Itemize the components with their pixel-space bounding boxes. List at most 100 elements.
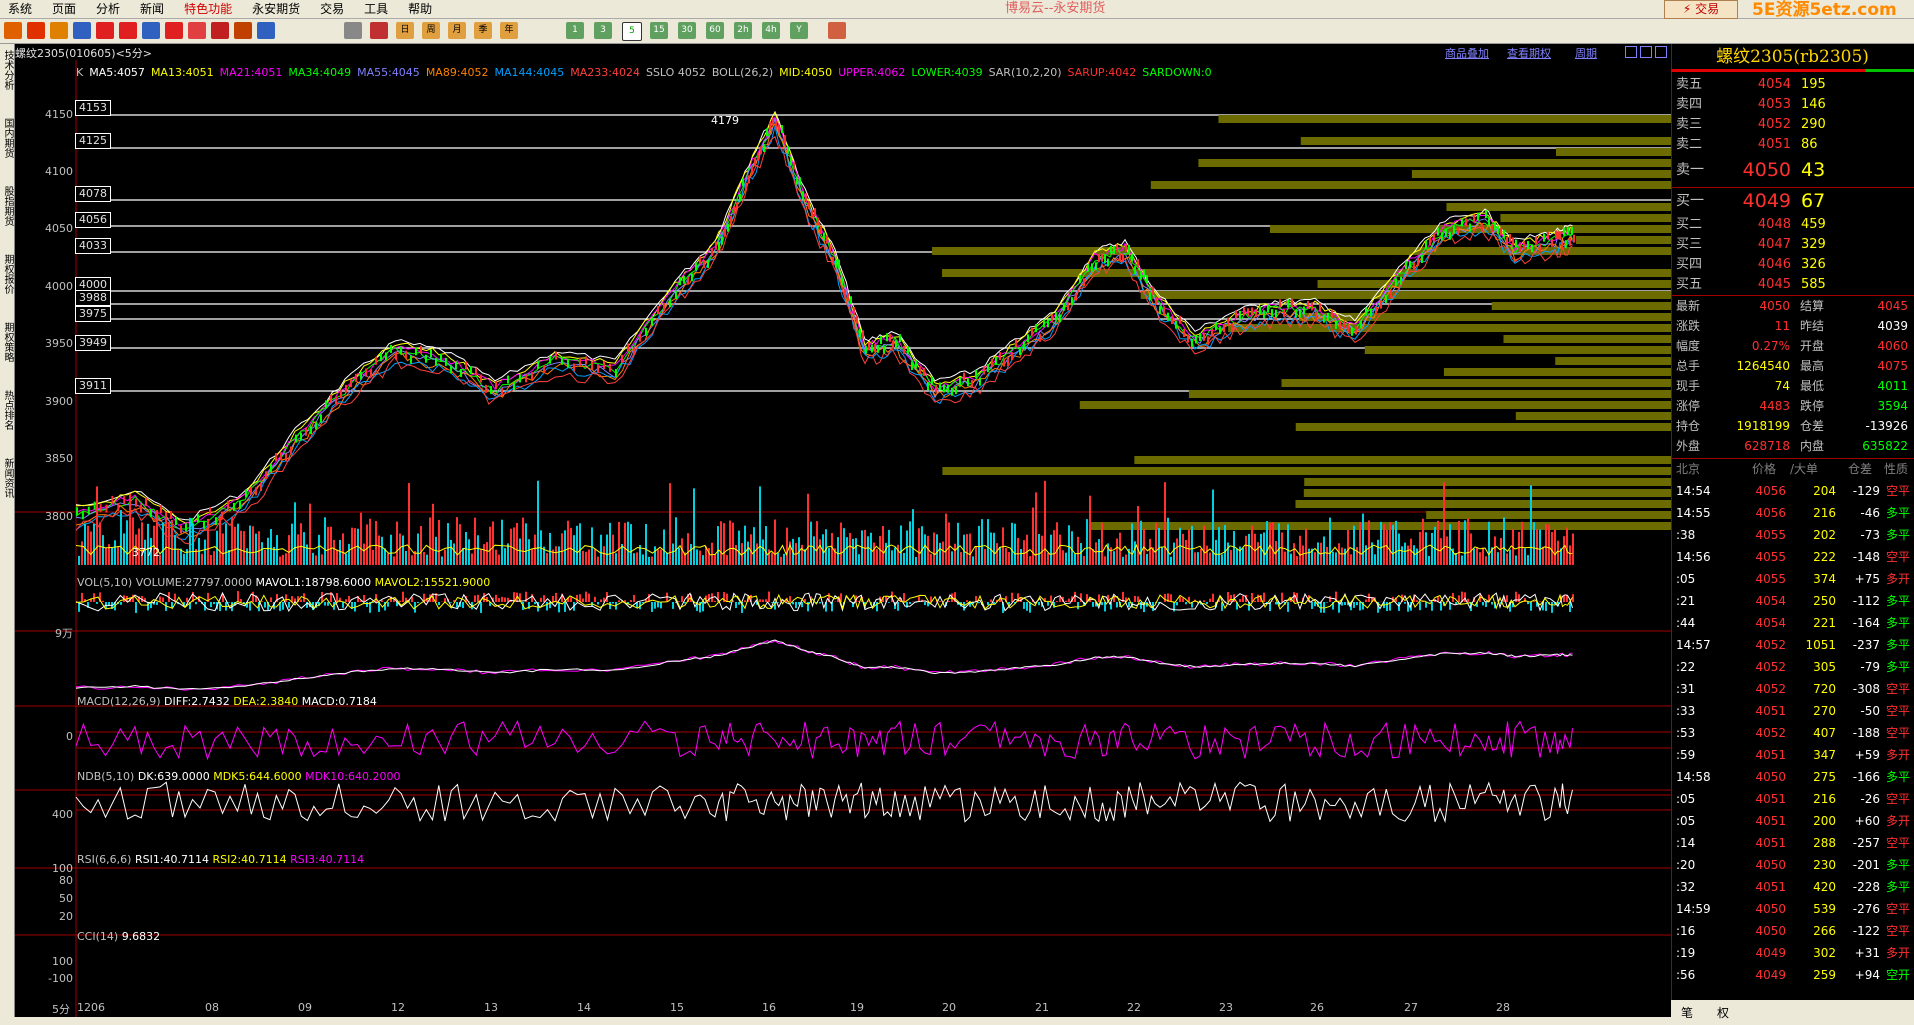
period-button-Y[interactable]: Y xyxy=(790,22,808,39)
layout-icon[interactable] xyxy=(50,22,68,39)
period-button-15[interactable]: 15 xyxy=(650,22,668,39)
tick-row[interactable]: 14:57 4052 1051 -237 多平 xyxy=(1676,634,1912,656)
level-box-label[interactable]: 4078 xyxy=(75,186,111,202)
ask-row[interactable]: 卖四 4053 146 xyxy=(1676,95,1912,114)
tick-row[interactable]: :19 4049 302 +31 多开 xyxy=(1676,942,1912,964)
period-button-30[interactable]: 30 xyxy=(678,22,696,39)
tick-row[interactable]: 14:59 4050 539 -276 空平 xyxy=(1676,898,1912,920)
tick-row[interactable]: 14:56 4055 222 -148 空平 xyxy=(1676,546,1912,568)
period-button-4h[interactable]: 4h xyxy=(762,22,780,39)
tick-row[interactable]: 14:54 4056 204 -129 空平 xyxy=(1676,480,1912,502)
period-button-季[interactable]: 季 xyxy=(474,22,492,39)
left-tab-1[interactable]: 国内期货 xyxy=(0,118,14,158)
level-box-label[interactable]: 4033 xyxy=(75,238,111,254)
menu-item-1[interactable]: 页面 xyxy=(44,0,88,18)
level-box-label[interactable]: 4153 xyxy=(75,100,111,116)
window-split-icon[interactable] xyxy=(1640,46,1652,58)
volume-bar xyxy=(1392,524,1394,565)
refresh-icon[interactable] xyxy=(257,22,275,39)
tick-row[interactable]: 14:58 4050 275 -166 多平 xyxy=(1676,766,1912,788)
level-box-label[interactable]: 3949 xyxy=(75,335,111,351)
period-button-1[interactable]: 1 xyxy=(566,22,584,39)
tick-row[interactable]: :14 4051 288 -257 空平 xyxy=(1676,832,1912,854)
period-button-周[interactable]: 周 xyxy=(422,22,440,39)
period-button-60[interactable]: 60 xyxy=(706,22,724,39)
ask-row[interactable]: 卖五 4054 195 xyxy=(1676,75,1912,94)
period-link[interactable]: 周期 xyxy=(1575,45,1597,61)
period-button-年[interactable]: 年 xyxy=(500,22,518,39)
tick-oi-change: -73 xyxy=(1860,528,1880,542)
bid-row[interactable]: 买五 4045 585 xyxy=(1676,275,1912,294)
bid-row[interactable]: 买一 4049 67 xyxy=(1676,187,1912,215)
back-icon[interactable] xyxy=(4,22,22,39)
tick-row[interactable]: :05 4051 216 -26 空平 xyxy=(1676,788,1912,810)
bid-row[interactable]: 买四 4046 326 xyxy=(1676,255,1912,274)
copy-icon[interactable] xyxy=(142,22,160,39)
level-box-label[interactable]: 3911 xyxy=(75,378,111,394)
eraser-icon[interactable] xyxy=(188,22,206,39)
window-layout-icon[interactable] xyxy=(1625,46,1637,58)
period-button-月[interactable]: 月 xyxy=(448,22,466,39)
period-button-3[interactable]: 3 xyxy=(594,22,612,39)
menu-item-7[interactable]: 工具 xyxy=(356,0,400,18)
left-tab-4[interactable]: 期权策略 xyxy=(0,322,14,362)
left-tab-0[interactable]: 技术分析 xyxy=(0,50,14,90)
level-box-label[interactable]: 3988 xyxy=(75,290,111,306)
left-tab-6[interactable]: 新闻资讯 xyxy=(0,458,14,498)
kline-chart[interactable] xyxy=(15,60,1671,1020)
tick-row[interactable]: :05 4051 200 +60 多开 xyxy=(1676,810,1912,832)
menu-item-4[interactable]: 特色功能 xyxy=(176,0,244,18)
quote-tab-0[interactable]: 笔 xyxy=(1681,1004,1693,1021)
menu-item-2[interactable]: 分析 xyxy=(88,0,132,18)
tick-row[interactable]: 14:55 4056 216 -46 多平 xyxy=(1676,502,1912,524)
tick-row[interactable]: :16 4050 266 -122 空平 xyxy=(1676,920,1912,942)
trade-button[interactable]: ⚡ 交易 xyxy=(1664,0,1738,19)
home-icon[interactable] xyxy=(27,22,45,39)
tick-row[interactable]: :22 4052 305 -79 多平 xyxy=(1676,656,1912,678)
menu-item-0[interactable]: 系统 xyxy=(0,0,44,18)
menu-item-3[interactable]: 新闻 xyxy=(132,0,176,18)
quote-tab-1[interactable]: 权 xyxy=(1717,1004,1729,1021)
ask-row[interactable]: 卖一 4050 43 xyxy=(1676,156,1912,184)
line-chart-icon[interactable] xyxy=(370,22,388,39)
overlay-link[interactable]: 商品叠加 xyxy=(1445,45,1489,61)
tick-row[interactable]: :31 4052 720 -308 空平 xyxy=(1676,678,1912,700)
bid-row[interactable]: 买二 4048 459 xyxy=(1676,215,1912,234)
bid-row[interactable]: 买三 4047 329 xyxy=(1676,235,1912,254)
tick-row[interactable]: :53 4052 407 -188 空平 xyxy=(1676,722,1912,744)
period-button-2h[interactable]: 2h xyxy=(734,22,752,39)
options-link[interactable]: 查看期权 xyxy=(1507,45,1551,61)
level-box-label[interactable]: 4125 xyxy=(75,133,111,149)
left-tab-3[interactable]: 期权报价 xyxy=(0,254,14,294)
marker-icon[interactable] xyxy=(211,22,229,39)
menu-item-5[interactable]: 永安期货 xyxy=(244,0,312,18)
tick-row[interactable]: :38 4055 202 -73 多平 xyxy=(1676,524,1912,546)
period-button-日[interactable]: 日 xyxy=(396,22,414,39)
left-tab-2[interactable]: 股指期货 xyxy=(0,186,14,226)
level-box-label[interactable]: 4056 xyxy=(75,212,111,228)
level-box-label[interactable]: 3975 xyxy=(75,306,111,322)
menu-item-8[interactable]: 帮助 xyxy=(400,0,444,18)
tick-row[interactable]: :05 4055 374 +75 多开 xyxy=(1676,568,1912,590)
pencil-icon[interactable] xyxy=(165,22,183,39)
table-icon[interactable] xyxy=(344,22,362,39)
window-max-icon[interactable] xyxy=(1655,46,1667,58)
tick-row[interactable]: :20 4050 230 -201 多平 xyxy=(1676,854,1912,876)
tick-row[interactable]: :59 4051 347 +59 多开 xyxy=(1676,744,1912,766)
tick-row[interactable]: :44 4054 221 -164 多平 xyxy=(1676,612,1912,634)
ask-row[interactable]: 卖三 4052 290 xyxy=(1676,115,1912,134)
fork-icon[interactable] xyxy=(234,22,252,39)
period-button-5[interactable]: 5 xyxy=(622,22,642,41)
menu-item-6[interactable]: 交易 xyxy=(312,0,356,18)
left-tab-5[interactable]: 热点排名 xyxy=(0,390,14,430)
zoom-in-icon[interactable] xyxy=(96,22,114,39)
tick-row[interactable]: :33 4051 270 -50 空平 xyxy=(1676,700,1912,722)
calculator-icon[interactable] xyxy=(828,22,846,39)
macd-bar xyxy=(759,599,761,602)
tick-row[interactable]: :21 4054 250 -112 多平 xyxy=(1676,590,1912,612)
ask-row[interactable]: 卖二 4051 86 xyxy=(1676,135,1912,154)
grid-icon[interactable] xyxy=(73,22,91,39)
tick-row[interactable]: :32 4051 420 -228 多平 xyxy=(1676,876,1912,898)
tick-row[interactable]: :56 4049 259 +94 空开 xyxy=(1676,964,1912,986)
zoom-out-icon[interactable] xyxy=(119,22,137,39)
